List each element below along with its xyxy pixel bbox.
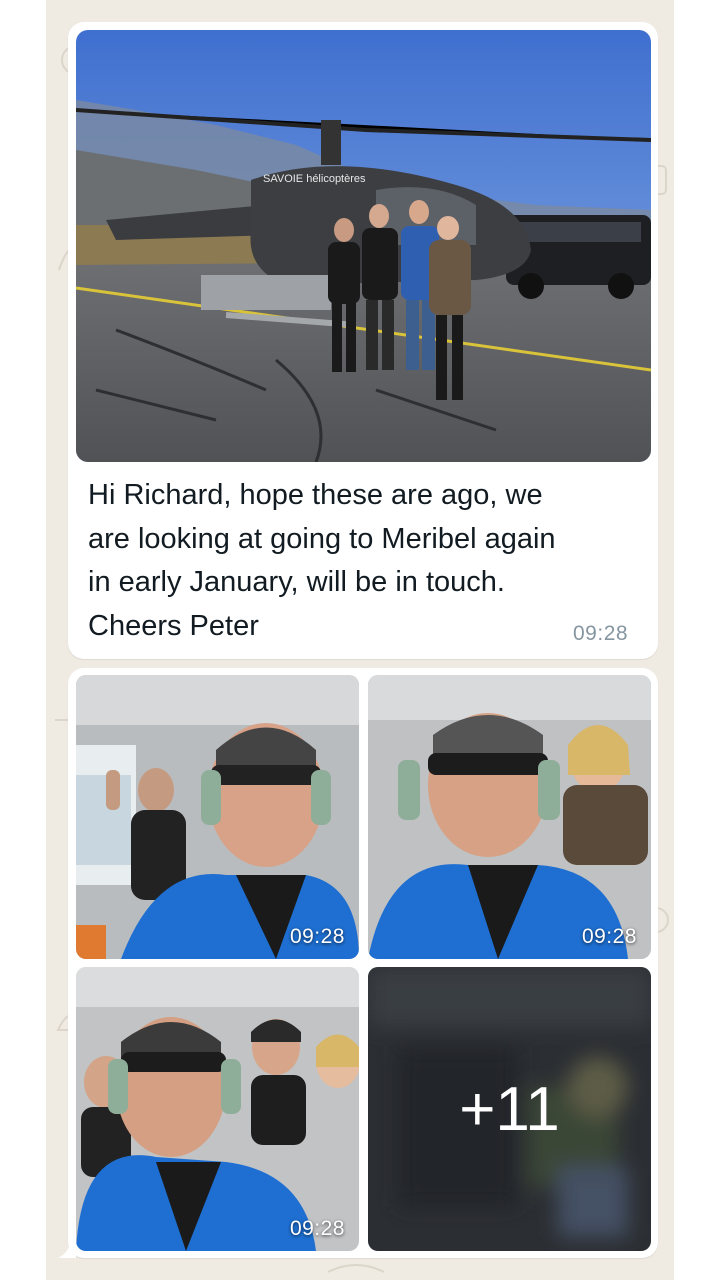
- album-photo-1[interactable]: 09:28: [76, 675, 359, 959]
- album-photo-3[interactable]: 09:28: [76, 967, 359, 1251]
- selfie-image-2: [368, 675, 651, 959]
- helicopter-image: SAVOIE hélicoptères: [76, 30, 651, 462]
- bubble-tail-icon: [58, 1240, 76, 1258]
- helicopter-logo: SAVOIE hélicoptères: [263, 173, 366, 185]
- album-photo-3-timestamp: 09:28: [289, 1217, 345, 1240]
- album-photo-2[interactable]: 09:28: [368, 675, 651, 959]
- more-photos-count: +11: [459, 1074, 560, 1144]
- album-photo-1-timestamp: 09:28: [289, 925, 345, 948]
- selfie-image-3: [76, 967, 359, 1251]
- selfie-image-1: [76, 675, 359, 959]
- album-more-photos[interactable]: +11: [368, 967, 651, 1251]
- album-photo-2-timestamp: 09:28: [581, 925, 637, 948]
- message-text: Hi Richard, hope these are ago, we are l…: [88, 479, 556, 642]
- helicopter-photo[interactable]: SAVOIE hélicoptères: [76, 30, 651, 462]
- doodle-icon: [327, 1264, 385, 1273]
- message-timestamp: 09:28: [573, 622, 629, 645]
